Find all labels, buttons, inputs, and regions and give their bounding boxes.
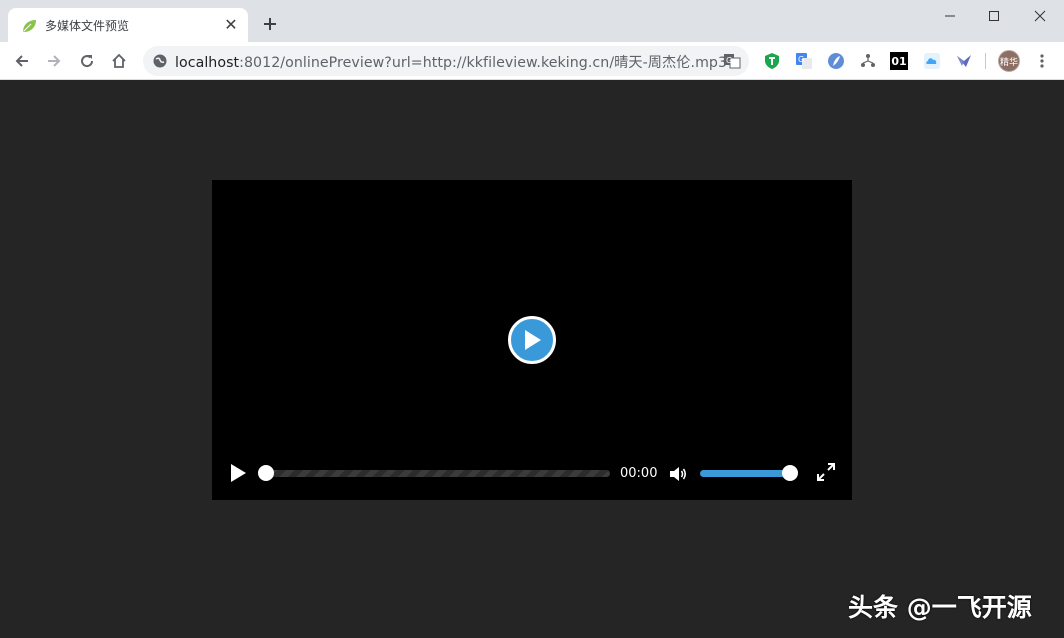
browser-toolbar: localhost:8012/onlinePreview?url=http://… xyxy=(0,42,1064,80)
toolbar-separator xyxy=(985,53,986,69)
page-translate-icon[interactable]: G xyxy=(723,52,741,70)
profile-avatar[interactable]: 精华 xyxy=(998,50,1020,72)
minimize-icon xyxy=(945,15,955,17)
tab-title: 多媒体文件预览 xyxy=(45,19,130,33)
page-content: 00:00 头条 @一飞开源 xyxy=(0,80,1064,638)
maximize-icon xyxy=(989,11,999,21)
tab-close-icon[interactable]: ✕ xyxy=(222,16,240,34)
cloud-extension-button[interactable] xyxy=(922,51,942,71)
browser-titlebar: 多媒体文件预览 ✕ xyxy=(0,0,1064,42)
leaf-icon xyxy=(23,20,36,32)
feather-extension-icon xyxy=(828,53,844,69)
reload-icon xyxy=(81,55,94,68)
progress-handle[interactable] xyxy=(258,465,274,481)
translate-extension-button[interactable]: G xyxy=(794,51,814,71)
bird-extension-icon xyxy=(957,55,971,67)
tree-extension-button[interactable] xyxy=(858,51,878,71)
tree-extension-icon xyxy=(861,54,875,67)
reload-button[interactable] xyxy=(74,48,100,74)
player-controls: 00:00 xyxy=(212,448,852,500)
home-button[interactable] xyxy=(106,48,132,74)
url-host: localhost xyxy=(175,55,240,71)
volume-slider[interactable] xyxy=(700,465,798,481)
fullscreen-icon[interactable] xyxy=(817,463,835,481)
more-vertical-icon xyxy=(1040,54,1044,68)
bird-extension-button[interactable] xyxy=(954,51,974,71)
url-text: localhost:8012/onlinePreview?url=http://… xyxy=(175,52,727,72)
forward-button[interactable] xyxy=(41,48,67,74)
back-button[interactable] xyxy=(9,48,35,74)
address-bar[interactable]: localhost:8012/onlinePreview?url=http://… xyxy=(143,46,749,76)
control-play-button[interactable] xyxy=(228,462,248,484)
arrow-left-icon xyxy=(15,55,28,67)
home-icon xyxy=(112,53,126,68)
close-icon xyxy=(1034,10,1046,22)
current-time: 00:00 xyxy=(620,466,658,481)
shield-extension-icon xyxy=(765,53,779,69)
media-player[interactable]: 00:00 xyxy=(212,180,852,500)
arrow-right-icon xyxy=(48,55,61,67)
translate-extension-icon: G xyxy=(796,53,812,69)
binary-extension-icon: 01 xyxy=(891,54,907,68)
volume-icon[interactable] xyxy=(668,464,688,484)
browser-menu-button[interactable] xyxy=(1032,51,1052,71)
svg-text:G: G xyxy=(726,56,732,65)
minimize-button[interactable] xyxy=(928,4,972,28)
maximize-button[interactable] xyxy=(972,4,1016,28)
avatar-label: 精华 xyxy=(999,57,1018,68)
cloud-extension-icon xyxy=(924,53,940,69)
play-icon xyxy=(525,330,541,350)
progress-bar[interactable] xyxy=(258,465,610,481)
shield-extension-button[interactable] xyxy=(762,51,782,71)
binary-extension-button[interactable]: 01 xyxy=(890,52,908,70)
plus-icon xyxy=(264,18,276,30)
big-play-button[interactable] xyxy=(508,316,556,364)
globe-icon xyxy=(153,54,167,68)
new-tab-button[interactable] xyxy=(260,14,280,34)
feather-extension-button[interactable] xyxy=(826,51,846,71)
svg-text:G: G xyxy=(798,55,804,64)
watermark-text: 头条 @一飞开源 xyxy=(848,593,1032,622)
volume-handle[interactable] xyxy=(782,465,798,481)
tab-multimedia-preview[interactable]: 多媒体文件预览 ✕ xyxy=(8,8,248,42)
url-rest: :8012/onlinePreview?url=http://kkfilevie… xyxy=(239,55,728,71)
close-window-button[interactable] xyxy=(1018,4,1062,28)
